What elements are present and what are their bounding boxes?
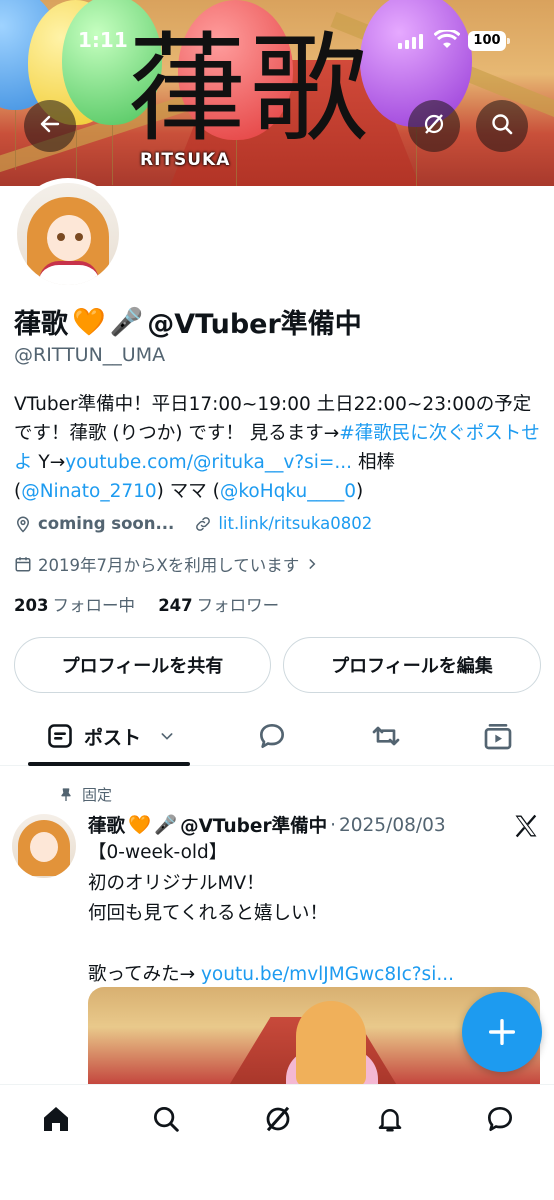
cellular-signal-icon (398, 34, 423, 49)
followers-link[interactable]: 247 フォロワー (158, 596, 279, 615)
profile-meta-row: coming soon... lit.link/ritsuka0802 (14, 514, 372, 533)
back-button[interactable] (24, 100, 76, 152)
name-text: 葎歌 (14, 309, 68, 340)
search-button[interactable] (476, 100, 528, 152)
profile-bio: VTuber準備中！平日17:00~19:00 土日22:00~23:00の予定… (14, 390, 544, 506)
battery-icon: 100 (468, 31, 510, 51)
profile-name: 葎歌 🧡 🎤 @VTuber準備中 (14, 302, 362, 341)
edit-profile-button[interactable]: プロフィールを編集 (283, 637, 541, 693)
post-line-4-text: 歌ってみた→ (88, 964, 201, 985)
microphone-emoji: 🎤 (109, 306, 144, 338)
bio-text-2: Y→ (32, 452, 66, 473)
bio-mention-partner[interactable]: @Ninato_2710 (21, 481, 156, 502)
post-microphone-emoji: 🎤 (154, 815, 178, 836)
bio-text-4: ) ママ ( (156, 481, 220, 502)
status-time: 1:11 (78, 28, 128, 52)
share-profile-button[interactable]: プロフィールを共有 (14, 637, 271, 693)
tab-replies[interactable] (256, 720, 288, 752)
followers-label: フォロワー (196, 596, 280, 615)
profile-avatar[interactable] (12, 178, 124, 290)
profile-location: coming soon... (38, 514, 175, 533)
profile-tabs: ポスト (0, 706, 554, 766)
status-bar: 1:11 100 (0, 26, 554, 60)
search-icon (151, 1104, 181, 1134)
following-link[interactable]: 203 フォロー中 (14, 596, 135, 615)
pinned-label: 固定 (82, 786, 113, 804)
grok-button[interactable] (408, 100, 460, 152)
location-icon (14, 515, 32, 533)
compose-post-button[interactable] (462, 992, 542, 1072)
chevron-right-icon (305, 557, 319, 571)
search-icon (490, 112, 514, 140)
post-author-avatar[interactable] (12, 814, 76, 878)
wifi-icon (433, 28, 461, 54)
post-orange-heart-emoji: 🧡 (128, 815, 152, 836)
grok-icon (263, 1104, 293, 1134)
calendar-icon (14, 555, 32, 573)
link-icon (194, 515, 212, 533)
profile-joined-row[interactable]: 2019年7月からXを利用しています (14, 552, 319, 576)
grok-icon (422, 112, 446, 140)
repost-icon (370, 720, 402, 752)
post-line-1: 【0-week-old】 (88, 842, 228, 863)
joined-text: 2019年7月からXを利用しています (38, 556, 300, 575)
tab-posts-label: ポスト (84, 726, 142, 749)
tab-media[interactable] (482, 720, 514, 752)
post-author-suffix: @VTuber準備中 (180, 816, 328, 837)
bell-icon (375, 1104, 405, 1134)
nav-notifications[interactable] (370, 1099, 410, 1139)
x-logo-icon[interactable] (512, 812, 540, 844)
bio-text-5: ) (356, 481, 364, 502)
follow-stats: 203 フォロー中 247 フォロワー (14, 592, 279, 616)
bottom-navigation (0, 1084, 554, 1200)
active-tab-indicator (28, 762, 190, 766)
pinned-indicator: 固定 (58, 784, 112, 805)
arrow-left-icon (38, 112, 62, 140)
post-date[interactable]: 2025/08/03 (339, 815, 446, 836)
profile-handle: @RITTUN__UMA (14, 344, 166, 366)
nav-messages[interactable] (480, 1099, 520, 1139)
tab-posts[interactable]: ポスト (28, 706, 190, 766)
media-icon (482, 720, 514, 752)
nav-home[interactable] (36, 1099, 76, 1139)
post-line-2: 初のオリジナルMV！ (88, 872, 265, 894)
post-line-3: 何回も見てくれると嬉しい！ (88, 903, 328, 924)
plus-icon (485, 1015, 519, 1049)
bio-youtube-link[interactable]: youtube.com/@rituka__v?si=... (65, 452, 352, 473)
post-header: 葎歌 🧡 🎤 @VTuber準備中 · 2025/08/03 (88, 812, 446, 838)
followers-count: 247 (158, 596, 193, 615)
nav-grok[interactable] (258, 1099, 298, 1139)
nav-search[interactable] (146, 1099, 186, 1139)
tab-reposts[interactable] (370, 720, 402, 752)
chevron-down-icon[interactable] (159, 728, 175, 744)
following-count: 203 (14, 596, 49, 615)
name-suffix: @VTuber準備中 (147, 309, 362, 340)
post-youtube-link[interactable]: youtu.be/mvlJMGwc8Ic?si... (201, 964, 454, 985)
profile-website-link[interactable]: lit.link/ritsuka0802 (218, 514, 372, 533)
banner-logo-sub: RITSUKA (140, 150, 231, 170)
posts-icon (46, 722, 74, 750)
following-label: フォロー中 (52, 596, 135, 615)
orange-heart-emoji: 🧡 (72, 306, 106, 338)
post-body: 【0-week-old】 初のオリジナルMV！ 何回も見てくれると嬉しい！ 歌っ… (88, 838, 508, 991)
bio-mention-mama[interactable]: @koHqku____0 (220, 481, 356, 502)
post-separator: · (330, 814, 336, 836)
post-author-name[interactable]: 葎歌 (88, 812, 125, 838)
pin-icon (58, 787, 74, 803)
reply-bubble-icon (256, 720, 288, 752)
avatar-image (17, 183, 119, 285)
chat-bubble-icon (484, 1103, 516, 1135)
home-icon (40, 1103, 72, 1135)
